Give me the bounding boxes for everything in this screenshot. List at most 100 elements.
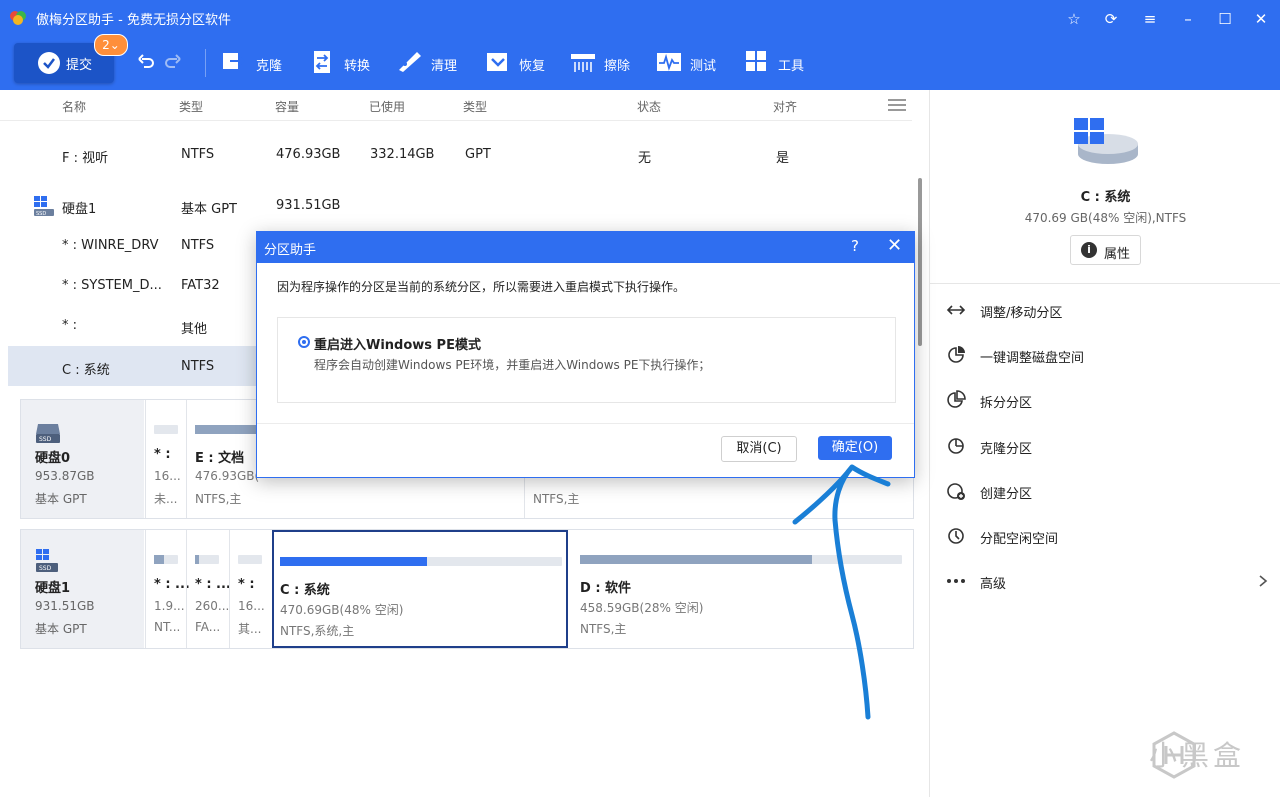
tools-icon	[746, 51, 766, 71]
refresh-icon[interactable]: ⟳	[1100, 8, 1122, 30]
row-name: * : WINRE_DRV	[62, 238, 159, 253]
disk1-size: 931.51GB	[35, 599, 95, 613]
columns-icon[interactable]	[888, 98, 906, 112]
partition-name: E : 文档	[195, 451, 245, 466]
wipe-icon	[571, 54, 595, 72]
option-title: 重启进入Windows PE模式	[314, 338, 481, 353]
disk0-partition[interactable]: * : 16... 未...	[145, 400, 186, 518]
recover-label: 恢复	[519, 59, 546, 74]
col-header-partition-type[interactable]: 类型	[463, 98, 487, 115]
op-quick-adjust[interactable]: 一键调整磁盘空间	[946, 341, 1276, 369]
app-logo-icon	[10, 11, 26, 25]
table-row[interactable]: F : 视听 NTFS 476.93GB 332.14GB GPT 无 是	[8, 134, 912, 174]
convert-label: 转换	[344, 59, 371, 74]
col-header-status[interactable]: 状态	[637, 98, 661, 115]
allocate-space-icon	[948, 528, 964, 544]
partition-name: D : 软件	[580, 581, 632, 596]
disk1-partition[interactable]: * : ... 1.9... NT...	[145, 530, 190, 648]
disk-icon: SSD	[34, 196, 54, 217]
option-box[interactable]: 重启进入Windows PE模式 程序会自动创建Windows PE环境，并重启…	[277, 317, 896, 403]
row-used: 332.14GB	[370, 147, 435, 162]
col-header-used[interactable]: 已使用	[369, 98, 405, 115]
dialog-message: 因为程序操作的分区是当前的系统分区，所以需要进入重启模式下执行操作。	[277, 280, 686, 294]
redo-icon[interactable]	[164, 53, 182, 71]
annotation-arrow	[792, 464, 891, 720]
op-create-partition[interactable]: 创建分区	[946, 477, 1276, 505]
pending-count-badge: 2⌄	[94, 34, 128, 56]
col-header-capacity[interactable]: 容量	[275, 98, 299, 115]
option-description: 程序会自动创建Windows PE环境，并重启进入Windows PE下执行操作…	[314, 358, 711, 372]
help-icon[interactable]: ?	[851, 237, 859, 255]
partition-name: * : ...	[154, 577, 190, 592]
partition-fs: NT...	[154, 620, 181, 634]
col-header-align[interactable]: 对齐	[773, 98, 797, 115]
create-partition-icon	[947, 483, 965, 500]
selected-partition-name: C : 系统	[1080, 190, 1131, 205]
col-header-type[interactable]: 类型	[179, 98, 203, 115]
table-scrollbar[interactable]	[918, 178, 922, 346]
row-type: 其他	[181, 322, 208, 337]
dialog-close-icon[interactable]: ✕	[887, 235, 902, 256]
op-clone-partition[interactable]: 克隆分区	[946, 432, 1276, 460]
row-type: FAT32	[181, 278, 220, 293]
op-advanced[interactable]: 高级	[946, 567, 1276, 595]
undo-icon[interactable]	[137, 53, 155, 71]
clone-partition-icon	[948, 438, 964, 454]
op-allocate-space[interactable]: 分配空闲空间	[946, 522, 1276, 550]
row-name: F : 视听	[62, 151, 109, 166]
disk1-partition-c-selected[interactable]: C : 系统 470.69GB(48% 空闲) NTFS,系统,主	[272, 530, 568, 648]
right-panel: C : 系统 470.69 GB(48% 空闲),NTFS i 属性 调整/移动…	[929, 90, 1280, 797]
row-capacity: 476.93GB	[276, 147, 341, 162]
partition-usage-bar	[154, 555, 178, 564]
restart-pe-radio[interactable]	[298, 336, 310, 348]
partition-fs: NTFS,主	[195, 492, 242, 506]
partition-size: 476.93GB(	[195, 469, 260, 483]
partition-fs: FA...	[195, 620, 221, 634]
dialog-titlebar[interactable]: 分区助手 ? ✕	[257, 232, 914, 263]
partition-name: C : 系统	[280, 583, 330, 598]
row-name: * : SYSTEM_D...	[62, 278, 162, 293]
partition-size: 470.69GB(48% 空闲)	[280, 603, 404, 617]
tools-label: 工具	[778, 59, 805, 74]
partition-fs: 其...	[238, 622, 262, 636]
star-icon[interactable]: ☆	[1063, 8, 1085, 30]
op-label: 克隆分区	[980, 442, 1033, 457]
header-divider	[0, 120, 912, 121]
clone-icon	[223, 53, 246, 69]
partition-name: * : ...	[195, 577, 231, 592]
chevron-right-icon	[1259, 575, 1268, 587]
partition-size: 458.59GB(28% 空闲)	[580, 601, 704, 615]
row-type: NTFS	[181, 238, 215, 253]
disk1-partition[interactable]: * : 16... 其...	[229, 530, 272, 648]
row-align: 是	[776, 151, 790, 166]
op-label: 创建分区	[980, 487, 1033, 502]
row-status: 无	[638, 151, 652, 166]
disk1-partition[interactable]: * : ... 260... FA...	[186, 530, 231, 648]
disk1-type: 基本 GPT	[35, 622, 87, 636]
row-type: NTFS	[181, 147, 215, 162]
partition-size: 260...	[195, 599, 230, 613]
op-resize-move[interactable]: 调整/移动分区	[946, 296, 1276, 324]
submit-label: 提交	[66, 58, 93, 73]
disk1-info[interactable]: SSD 硬盘1 931.51GB 基本 GPT	[21, 530, 144, 648]
partition-fs: 未...	[154, 492, 178, 506]
resize-move-icon	[946, 305, 966, 315]
selected-partition-info: 470.69 GB(48% 空闲),NTFS	[1024, 211, 1187, 225]
test-label: 测试	[690, 59, 717, 74]
table-row-disk[interactable]: SSD 硬盘1 基本 GPT 931.51GB	[8, 185, 912, 225]
disk0-name: 硬盘0	[35, 451, 71, 466]
disk0-info[interactable]: SSD 硬盘0 953.87GB 基本 GPT	[21, 400, 144, 518]
close-button[interactable]: ✕	[1250, 8, 1272, 30]
quick-adjust-icon	[948, 346, 965, 363]
disk0-size: 953.87GB	[35, 469, 95, 483]
col-header-name[interactable]: 名称	[62, 98, 86, 115]
row-type: NTFS	[181, 359, 215, 374]
op-split[interactable]: 拆分分区	[946, 386, 1276, 414]
more-icon	[947, 579, 965, 583]
row-name: 硬盘1	[62, 202, 97, 217]
properties-button[interactable]: i 属性	[1070, 235, 1141, 265]
svg-text:SSD: SSD	[39, 436, 52, 443]
menu-icon[interactable]: ≡	[1139, 8, 1161, 30]
minimize-button[interactable]: –	[1177, 8, 1199, 30]
maximize-button[interactable]: ☐	[1214, 8, 1236, 30]
